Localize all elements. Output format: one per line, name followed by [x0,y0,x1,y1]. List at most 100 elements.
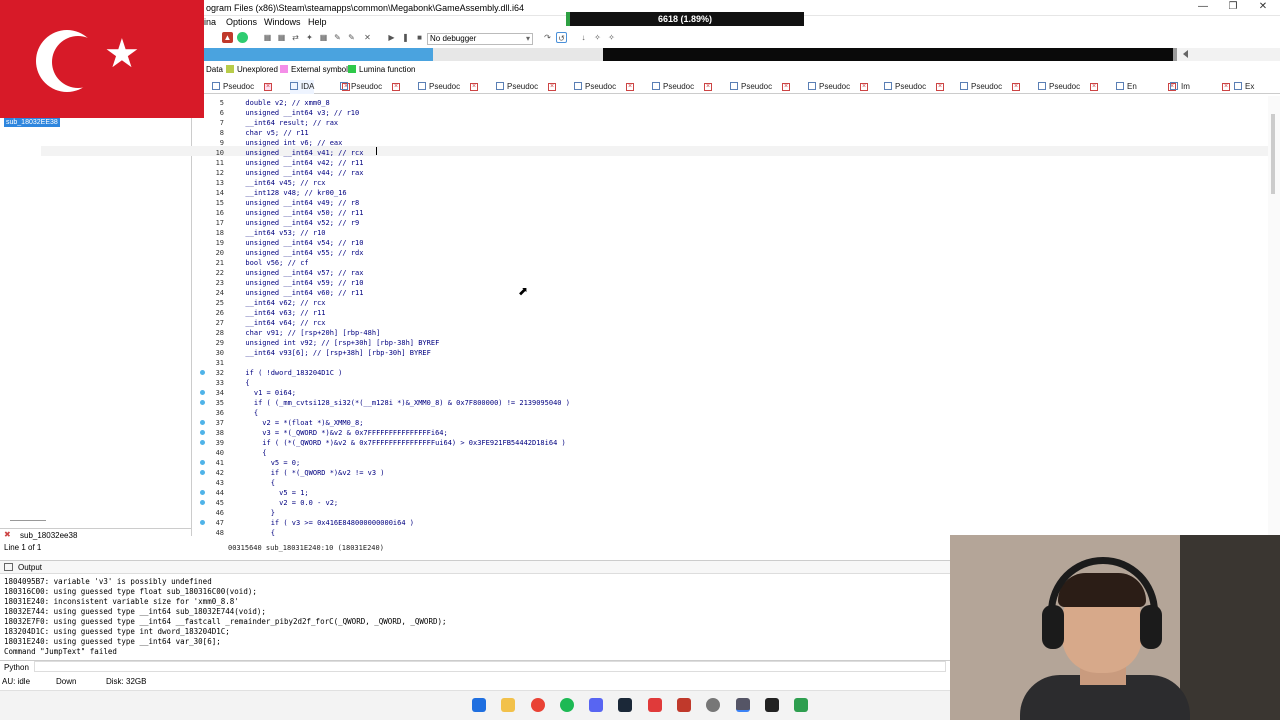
code-line[interactable]: { [237,528,275,538]
menu-item[interactable]: Options [226,17,257,27]
tab[interactable]: Pseudoc × [808,80,868,94]
step-into-icon[interactable]: ↓ [578,32,589,43]
code-line[interactable]: unsigned __int64 v60; // r11 [237,288,363,298]
cross-icon[interactable]: ✕ [362,32,373,43]
toolbar-icon[interactable]: ⇄ [290,32,301,43]
tab-close-icon[interactable]: × [704,83,712,91]
code-line[interactable]: v3 = *(_QWORD *)&v2 & 0x7FFFFFFFFFFFFFFF… [237,428,447,438]
toolbar-icon[interactable]: ✎ [332,32,343,43]
code-line[interactable]: } [237,508,275,518]
line-marker-icon[interactable] [200,430,205,435]
line-marker-icon[interactable] [200,490,205,495]
restore-button[interactable]: ❐ [1218,1,1248,14]
close-icon[interactable]: ✖ [4,530,11,539]
tab[interactable]: Pseudoc × [960,80,1020,94]
tab[interactable]: Pseudoc × [340,80,400,94]
tab-close-icon[interactable]: × [936,83,944,91]
tab-close-icon[interactable]: × [1012,83,1020,91]
tab-close-icon[interactable]: × [626,83,634,91]
debugger-select[interactable]: No debugger ▾ [427,33,533,45]
close-button[interactable]: ✕ [1248,1,1278,14]
toolbar-icon[interactable]: ▦ [262,32,273,43]
toolbar-icon[interactable]: ✎ [346,32,357,43]
line-marker-icon[interactable] [200,390,205,395]
code-line[interactable]: char v5; // r11 [237,128,308,138]
code-line[interactable]: unsigned __int64 v3; // r10 [237,108,359,118]
toolbar-icon[interactable]: ✦ [304,32,315,43]
function-list-item[interactable]: sub_18032EE38 [4,118,60,127]
code-line[interactable]: __int64 v45; // rcx [237,178,325,188]
code-line[interactable]: __int64 result; // rax [237,118,338,128]
tab[interactable]: Pseudoc × [574,80,634,94]
code-line[interactable]: unsigned __int64 v52; // r9 [237,218,359,228]
scrollbar[interactable] [10,520,46,521]
code-line[interactable]: if ( !dword_183204D1C ) [237,368,342,378]
python-command-input[interactable] [34,661,946,672]
code-line[interactable]: unsigned __int64 v50; // r11 [237,208,363,218]
tab-close-icon[interactable]: × [1222,83,1230,91]
code-line[interactable]: unsigned __int64 v44; // rax [237,168,363,178]
code-line[interactable]: unsigned __int64 v55; // rdx [237,248,363,258]
code-line[interactable]: unsigned __int64 v49; // r8 [237,198,359,208]
tab-close-icon[interactable]: × [548,83,556,91]
code-line[interactable]: unsigned __int64 v57; // rax [237,268,363,278]
file-explorer-icon[interactable] [501,698,515,712]
play-icon[interactable]: ▶ [386,32,397,43]
code-line[interactable]: __int128 v48; // kr00_16 [237,188,346,198]
line-marker-icon[interactable] [200,420,205,425]
function-search[interactable]: ✖ sub_18032ee38 [0,528,192,540]
tab-close-icon[interactable]: × [782,83,790,91]
app-icon[interactable] [677,698,691,712]
code-line[interactable]: double v2; // xmm0_8 [237,98,329,108]
tab-close-icon[interactable]: × [860,83,868,91]
code-line[interactable]: unsigned int v92; // [rsp+30h] [rbp-38h]… [237,338,439,348]
menu-item[interactable]: ina [204,17,216,27]
minimize-button[interactable]: — [1188,1,1218,14]
tab[interactable]: Pseudoc × [212,80,272,94]
notepad-icon[interactable] [794,698,808,712]
code-line[interactable]: v2 = *(float *)&_XMM0_8; [237,418,363,428]
app-icon[interactable] [648,698,662,712]
tab[interactable]: Pseudoc × [730,80,790,94]
navigation-band[interactable] [204,48,1280,61]
code-line[interactable]: __int64 v63; // r11 [237,308,325,318]
toolbar-icon[interactable]: ▦ [318,32,329,43]
python-label[interactable]: Python [4,663,29,672]
menu-item[interactable]: Windows [264,17,301,27]
stop-icon[interactable]: ■ [414,32,425,43]
tab-close-icon[interactable]: × [470,83,478,91]
code-line[interactable]: __int64 v62; // rcx [237,298,325,308]
code-line[interactable]: if ( *(_QWORD *)&v2 != v3 ) [237,468,385,478]
code-line[interactable]: v2 = 0.0 - v2; [237,498,338,508]
code-line[interactable]: char v91; // [rsp+20h] [rbp-48h] [237,328,380,338]
code-line[interactable]: unsigned __int64 v54; // r10 [237,238,363,248]
chrome-icon[interactable] [531,698,545,712]
code-line[interactable]: v1 = 0i64; [237,388,296,398]
code-line[interactable]: { [237,408,258,418]
code-line[interactable]: unsigned __int64 v42; // r11 [237,158,363,168]
windows-start-icon[interactable] [472,698,486,712]
scrollbar-thumb[interactable] [1271,114,1275,194]
code-line[interactable]: if ( v3 >= 0x416E848000000000i64 ) [237,518,414,528]
code-line[interactable]: v5 = 0; [237,458,301,468]
run-icon[interactable] [237,32,248,43]
code-line[interactable]: v5 = 1; [237,488,309,498]
code-line[interactable]: __int64 v93[6]; // [rsp+38h] [rbp-30h] B… [237,348,430,358]
tab[interactable]: Pseudoc × [1038,80,1098,94]
tab[interactable]: Pseudoc × [418,80,478,94]
pseudocode-view[interactable]: 5 double v2; // xmm0_8 6 unsigned __int64… [196,96,1268,540]
pause-icon[interactable]: ❚ [400,32,411,43]
tab[interactable]: Im × [1170,80,1230,94]
code-line[interactable]: { [237,478,275,488]
search-input[interactable]: sub_18032ee38 [20,531,77,540]
step-over-icon[interactable]: ↺ [556,32,567,43]
tab[interactable]: En × [1116,80,1176,94]
line-marker-icon[interactable] [200,460,205,465]
code-line[interactable]: unsigned __int64 v41; // rcx [237,148,363,158]
code-line[interactable]: { [237,378,249,388]
tab[interactable]: IDA × [290,80,350,94]
code-line[interactable]: bool v56; // cf [237,258,308,268]
record-icon[interactable]: ▲ [222,32,233,43]
discord-icon[interactable] [589,698,603,712]
debug-icon[interactable]: ✧ [592,32,603,43]
